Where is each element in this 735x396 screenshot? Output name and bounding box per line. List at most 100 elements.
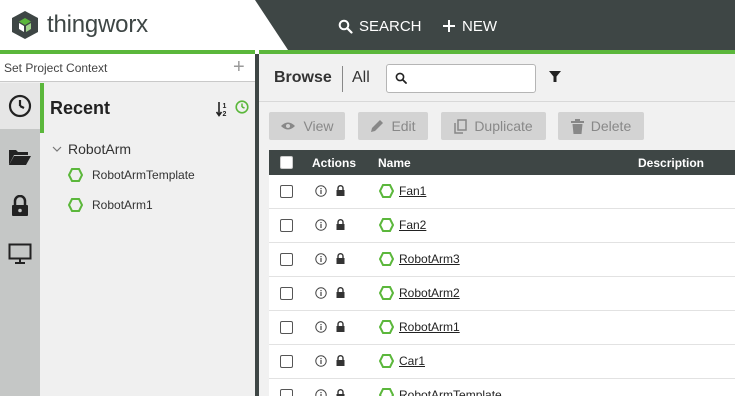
select-all-checkbox[interactable] xyxy=(280,156,293,169)
browse-search-input[interactable] xyxy=(411,67,531,90)
browse-divider xyxy=(342,66,343,92)
table-row[interactable]: RobotArm3 xyxy=(269,243,735,277)
thing-hexagon-icon xyxy=(68,168,83,182)
lock-icon xyxy=(336,185,345,196)
thing-hexagon-icon xyxy=(379,184,394,198)
name-cell: RobotArm2 xyxy=(379,286,460,300)
column-header-description[interactable]: Description xyxy=(638,156,704,170)
name-cell: Fan2 xyxy=(379,218,426,232)
search-button-label: SEARCH xyxy=(359,17,422,35)
tree-item-label: RobotArm1 xyxy=(92,198,153,212)
thing-hexagon-icon xyxy=(379,286,394,300)
duplicate-button[interactable]: Duplicate xyxy=(441,112,546,140)
search-icon xyxy=(338,19,353,34)
monitor-icon xyxy=(8,243,32,264)
plus-icon xyxy=(443,20,455,32)
grid-header: Actions Name Description xyxy=(269,150,735,175)
lock-icon xyxy=(336,321,345,332)
info-icon[interactable] xyxy=(315,253,327,265)
row-checkbox[interactable] xyxy=(280,355,293,368)
row-checkbox[interactable] xyxy=(280,219,293,232)
left-panel: + xyxy=(0,54,255,396)
name-cell: Car1 xyxy=(379,354,425,368)
edit-button[interactable]: Edit xyxy=(358,112,428,140)
lock-icon xyxy=(336,389,345,396)
row-checkbox[interactable] xyxy=(280,185,293,198)
table-row[interactable]: Fan1 xyxy=(269,175,735,209)
view-button-label: View xyxy=(303,118,334,134)
entity-name-link[interactable]: Fan1 xyxy=(399,184,426,198)
row-checkbox[interactable] xyxy=(280,253,293,266)
browse-panel: Browse All View Edit Duplicate Delete Ac… xyxy=(259,54,735,396)
recent-title: Recent xyxy=(50,98,111,118)
add-project-icon[interactable]: + xyxy=(233,57,245,77)
table-row[interactable]: Car1 xyxy=(269,345,735,379)
rail-recent[interactable] xyxy=(0,83,40,129)
svg-text:2: 2 xyxy=(223,111,227,117)
info-icon[interactable] xyxy=(315,321,327,333)
name-cell: RobotArm1 xyxy=(379,320,460,334)
row-checkbox[interactable] xyxy=(280,321,293,334)
logo-area: thingworx xyxy=(0,0,290,53)
column-header-name[interactable]: Name xyxy=(378,156,411,170)
info-icon[interactable] xyxy=(315,219,327,231)
delete-button[interactable]: Delete xyxy=(558,112,644,140)
info-icon[interactable] xyxy=(315,287,327,299)
row-checkbox[interactable] xyxy=(280,287,293,300)
new-button[interactable]: NEW xyxy=(442,15,497,37)
entity-name-link[interactable]: RobotArm2 xyxy=(399,286,460,300)
thing-hexagon-icon xyxy=(379,252,394,266)
clock-icon xyxy=(8,94,32,118)
entity-name-link[interactable]: RobotArm1 xyxy=(399,320,460,334)
rail-monitoring[interactable] xyxy=(0,231,40,277)
info-icon[interactable] xyxy=(315,355,327,367)
browse-search-box xyxy=(386,64,536,93)
entity-name-link[interactable]: Car1 xyxy=(399,354,425,368)
entities-grid: Actions Name Description Fan1 Fan2 RobotAr… xyxy=(269,150,735,396)
edit-button-label: Edit xyxy=(391,118,416,134)
tree-item-robotarm1[interactable]: RobotArm1 xyxy=(68,198,153,212)
tree-root-robotarm[interactable]: RobotArm xyxy=(52,141,131,157)
entity-name-link[interactable]: Fan2 xyxy=(399,218,426,232)
view-button[interactable]: View xyxy=(269,112,345,140)
filter-icon[interactable] xyxy=(549,71,561,83)
info-icon[interactable] xyxy=(315,185,327,197)
delete-button-label: Delete xyxy=(590,118,632,134)
lock-icon xyxy=(336,253,345,264)
folder-icon xyxy=(9,150,31,165)
project-context-input[interactable] xyxy=(0,54,225,81)
lock-icon xyxy=(336,355,345,366)
sort-az-icon[interactable]: 1 2 xyxy=(216,101,229,117)
row-checkbox[interactable] xyxy=(280,389,293,396)
entity-name-link[interactable]: RobotArm3 xyxy=(399,252,460,266)
entity-name-link[interactable]: RobotArmTemplate xyxy=(399,388,502,396)
table-row[interactable]: RobotArm1 xyxy=(269,311,735,345)
lock-icon xyxy=(336,219,345,230)
info-icon[interactable] xyxy=(315,389,327,396)
chevron-down-icon xyxy=(52,146,62,152)
tree-item-label: RobotArmTemplate xyxy=(92,168,195,182)
pencil-icon xyxy=(371,120,384,132)
tree-item-robotarmtemplate[interactable]: RobotArmTemplate xyxy=(68,168,195,182)
table-row[interactable]: RobotArmTemplate xyxy=(269,379,735,396)
thingworx-logo-icon xyxy=(12,11,38,39)
table-row[interactable]: RobotArm2 xyxy=(269,277,735,311)
thing-hexagon-icon xyxy=(379,218,394,232)
thing-hexagon-icon xyxy=(379,320,394,334)
search-button[interactable]: SEARCH xyxy=(338,15,422,37)
rail-security[interactable] xyxy=(0,183,40,229)
svg-text:1: 1 xyxy=(223,103,227,110)
rail-browse[interactable] xyxy=(0,134,40,180)
column-header-actions[interactable]: Actions xyxy=(312,156,356,170)
sort-recent-clock-icon[interactable] xyxy=(235,100,249,114)
browse-toolbar: Browse All xyxy=(259,54,735,102)
table-row[interactable]: Fan2 xyxy=(269,209,735,243)
project-context-bar: + xyxy=(0,54,255,82)
browse-title: Browse xyxy=(274,69,332,86)
browse-filter-all[interactable]: All xyxy=(352,69,370,87)
trash-icon xyxy=(570,118,584,134)
thing-hexagon-icon xyxy=(379,388,394,396)
name-cell: Fan1 xyxy=(379,184,426,198)
new-button-label: NEW xyxy=(462,17,497,35)
lock-icon xyxy=(12,195,28,216)
